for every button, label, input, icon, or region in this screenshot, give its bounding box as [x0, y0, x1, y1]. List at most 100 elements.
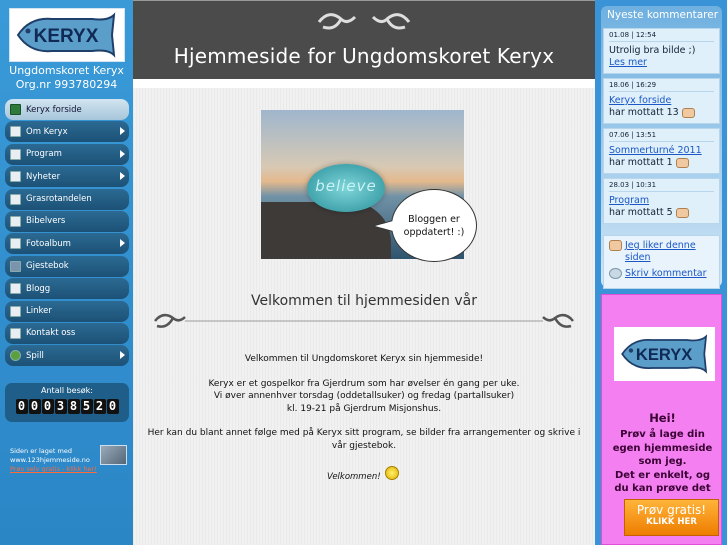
menu-item-nyheter[interactable]: Nyheter: [5, 166, 129, 188]
logo-text: KERYX: [635, 345, 692, 364]
comment-text: Utrolig bra bilde ;): [609, 45, 696, 56]
page-icon: [10, 305, 21, 317]
page-icon: [10, 126, 21, 138]
counter-digits: 00038520: [5, 399, 129, 414]
comment-page-link[interactable]: Sommerturné 2011: [609, 145, 714, 157]
menu-item-label: Keryx forside: [26, 104, 82, 115]
page-icon: [10, 193, 21, 205]
chevron-right-icon: [120, 351, 125, 360]
org-number: Org.nr 993780294: [15, 78, 118, 91]
menu-item-spill[interactable]: Spill: [5, 345, 129, 367]
comment-count-text: har mottatt 5: [609, 207, 673, 218]
like-page-link[interactable]: Jeg liker denne siden: [625, 240, 714, 264]
comment-count-text: har mottatt 13: [609, 107, 679, 118]
thumbs-up-icon: [675, 207, 689, 218]
home-icon: [10, 104, 21, 115]
comment-date: 01.08 | 12:54: [609, 31, 714, 42]
site-title: Hjemmeside for Ungdomskoret Keryx: [173, 44, 555, 68]
page-icon: [10, 148, 21, 160]
write-comment-link[interactable]: Skriv kommentar: [625, 268, 707, 280]
counter-digit: 3: [54, 399, 67, 414]
chevron-right-icon: [120, 127, 125, 136]
comment-item: 18.06 | 16:29 Keryx forside har mottatt …: [603, 78, 720, 124]
promo-line: som jeg.: [638, 456, 687, 468]
welcome-info: Her kan du blant annet følge med på Kery…: [147, 428, 581, 451]
promo-line: du kan prøve det: [614, 483, 711, 495]
menu-item-label: Blogg: [26, 283, 51, 294]
ornament-icon: [317, 13, 411, 30]
menu-item-label: Nyheter: [26, 171, 61, 182]
comment-date: 07.06 | 13:51: [609, 131, 714, 142]
comment-page-link[interactable]: Program: [609, 195, 714, 207]
counter-digit: 0: [41, 399, 54, 414]
comment-count-text: har mottatt 1: [609, 157, 673, 168]
comment-body: Keryx forside har mottatt 13: [609, 95, 714, 119]
promo-line: egen hjemmeside: [612, 442, 713, 454]
believe-stone: believe: [307, 164, 385, 212]
recent-comments-panel: Nyeste kommentarer 01.08 | 12:54 Utrolig…: [601, 6, 722, 289]
speech-bubble-icon: [609, 268, 622, 279]
menu-item-linker[interactable]: Linker: [5, 300, 129, 322]
menu-item-label: Fotoalbum: [26, 238, 71, 249]
promo-panel: KERYX Hei! Prøv å lage din egen hjemmesi…: [601, 294, 722, 545]
comment-body: Sommerturné 2011 har mottatt 1: [609, 145, 714, 169]
org-name: Ungdomskoret Keryx: [9, 64, 124, 77]
logo-text: KERYX: [34, 26, 99, 47]
comments-title: Nyeste kommentarer: [607, 9, 719, 21]
counter-digit: 0: [106, 399, 119, 414]
try-free-button[interactable]: Prøv gratis! KLIKK HER: [624, 499, 719, 536]
fish-logo-icon: KERYX: [620, 334, 707, 374]
menu-item-label: Linker: [26, 306, 52, 317]
made-with-free-link[interactable]: Prøv selv gratis - klikk her!: [10, 465, 128, 474]
welcome-heading: Velkommen til hjemmesiden vår: [251, 293, 477, 309]
menu-item-om-keryx[interactable]: Om Keryx: [5, 121, 129, 143]
org-info: Ungdomskoret Keryx Org.nr 993780294: [0, 64, 133, 92]
page-icon: [10, 238, 21, 250]
menu-item-bibelvers[interactable]: Bibelvers: [5, 210, 129, 232]
chevron-right-icon: [120, 149, 125, 158]
chevron-right-icon: [120, 172, 125, 181]
welcome-about-2: Vi øver annenhver torsdag (oddetallsuker…: [213, 391, 515, 402]
page-icon: [10, 171, 21, 183]
menu-item-label: Spill: [26, 350, 44, 361]
counter-digit: 2: [93, 399, 106, 414]
menu-item-label: Kontakt oss: [26, 328, 76, 339]
click-here-label: KLIKK HER: [646, 517, 697, 527]
thumbs-up-icon: [609, 240, 622, 251]
speech-bubble[interactable]: Bloggen er oppdatert! :): [391, 189, 477, 262]
comment-actions: Jeg liker denne siden Skriv kommentar: [603, 235, 720, 289]
menu-item-program[interactable]: Program: [5, 143, 129, 165]
hand-shape: [261, 202, 391, 259]
comment-page-link[interactable]: Keryx forside: [609, 95, 714, 107]
chevron-right-icon: [120, 239, 125, 248]
try-free-label: Prøv gratis!: [636, 503, 707, 517]
menu-item-keryx-forside[interactable]: Keryx forside: [5, 99, 129, 120]
page-icon: [10, 327, 21, 339]
fish-logo-icon: KERYX: [16, 12, 116, 58]
book-icon: [10, 260, 21, 272]
menu-item-kontakt-oss[interactable]: Kontakt oss: [5, 322, 129, 344]
like-page-row[interactable]: Jeg liker denne siden: [609, 240, 714, 264]
visit-counter: Antall besøk: 00038520: [5, 383, 129, 422]
promo-line: Prøv å lage din: [620, 429, 705, 440]
menu-item-gjestebok[interactable]: Gjestebok: [5, 255, 129, 277]
left-sidebar: KERYX Ungdomskoret Keryx Org.nr 99378029…: [0, 0, 133, 545]
keryx-logo[interactable]: KERYX: [9, 8, 125, 62]
menu-item-blogg[interactable]: Blogg: [5, 278, 129, 300]
menu-item-label: Gjestebok: [26, 261, 69, 272]
computer-icon: [100, 445, 127, 465]
counter-digit: 0: [15, 399, 28, 414]
menu-item-grasrotandelen[interactable]: Grasrotandelen: [5, 188, 129, 210]
thumbs-up-icon: [681, 107, 695, 118]
right-sidebar: Nyeste kommentarer 01.08 | 12:54 Utrolig…: [595, 0, 727, 545]
counter-digit: 5: [80, 399, 93, 414]
comment-body: Program har mottatt 5: [609, 195, 714, 219]
bubble-text: Bloggen er oppdatert! :): [403, 213, 465, 238]
game-icon: [10, 350, 21, 362]
write-comment-row[interactable]: Skriv kommentar: [609, 268, 714, 280]
menu-item-fotoalbum[interactable]: Fotoalbum: [5, 233, 129, 255]
bubble-tail-inner: [375, 221, 393, 231]
read-more-link[interactable]: Les mer: [609, 57, 647, 68]
menu-item-label: Program: [26, 149, 62, 160]
promo-line: Det er enkelt, og: [614, 469, 711, 481]
